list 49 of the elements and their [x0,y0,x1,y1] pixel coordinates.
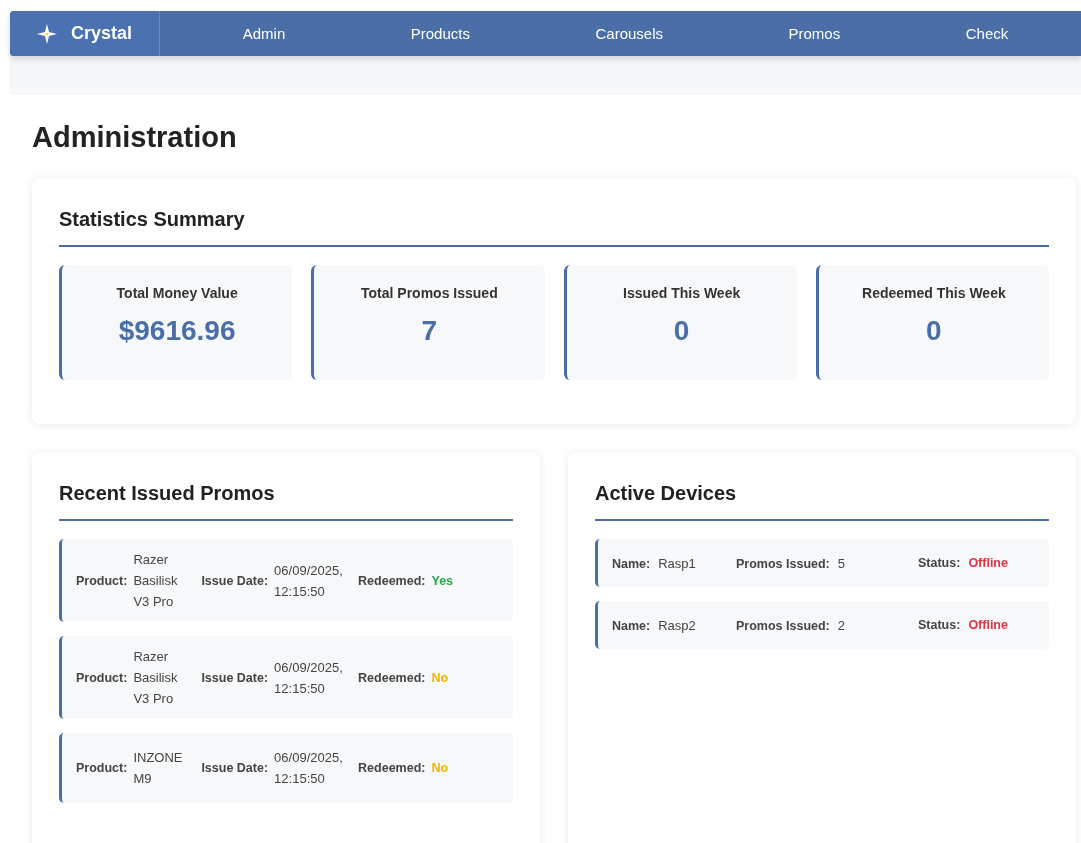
sparkle-icon [37,23,57,44]
field-label: Promos Issued: [736,618,830,633]
product-name: Razer Basilisk V3 Pro [133,648,179,708]
field-label: Status: [918,618,961,632]
field-label: Redeemed: [358,573,426,588]
issue-date: 06/09/2025, 12:15:50 [274,658,344,698]
stat-value: $9616.96 [118,315,236,347]
issue-date: 06/09/2025, 12:15:50 [274,749,344,788]
stat-label: Total Promos Issued [361,285,498,301]
field-label: Promos Issued: [736,556,830,571]
stat-label: Total Money Value [116,285,238,301]
field-label: Issue Date: [201,670,269,685]
brand-name[interactable]: Crystal [71,23,132,44]
card-title: Recent Issued Promos [59,482,513,521]
nav-link[interactable]: Admin [242,25,286,42]
device-name: Rasp2 [658,616,696,635]
redeemed-status: Yes [431,573,454,588]
issue-date: 06/09/2025, 12:15:50 [274,561,344,601]
field-label: Status: [918,556,961,570]
device-status: Offline [968,556,1008,570]
nav-link[interactable]: Products [410,25,470,42]
field-label: Redeemed: [358,670,426,685]
stat-value: 0 [673,315,690,347]
redeemed-status: No [431,670,449,685]
promos-count: 2 [837,616,845,635]
field-label: Name: [612,618,651,633]
stat-label: Issued This Week [623,285,741,301]
product-name: Razer Basilisk V3 Pro [133,551,179,611]
promos-count: 5 [837,554,845,573]
redeemed-status: No [431,761,449,775]
product-name: INZONE M9 [133,749,184,788]
nav-link[interactable]: Check [965,25,1009,42]
nav-link[interactable]: Promos [788,25,841,42]
field-label: Issue Date: [201,573,269,588]
field-label: Product: [76,573,128,588]
field-label: Product: [76,761,128,775]
stat-label: Redeemed This Week [862,285,1006,301]
card-title: Active Devices [595,482,1049,521]
device-status: Offline [968,618,1008,632]
page-title: Administration [32,121,238,154]
card-title: Statistics Summary [59,208,1049,247]
nav-link[interactable]: Carousels [595,25,663,42]
device-name: Rasp1 [658,554,696,573]
stat-value: 0 [926,315,942,347]
field-label: Issue Date: [201,761,269,775]
field-label: Redeemed: [358,761,426,775]
field-label: Product: [76,670,128,685]
stat-value: 7 [421,315,438,347]
field-label: Name: [612,556,651,571]
